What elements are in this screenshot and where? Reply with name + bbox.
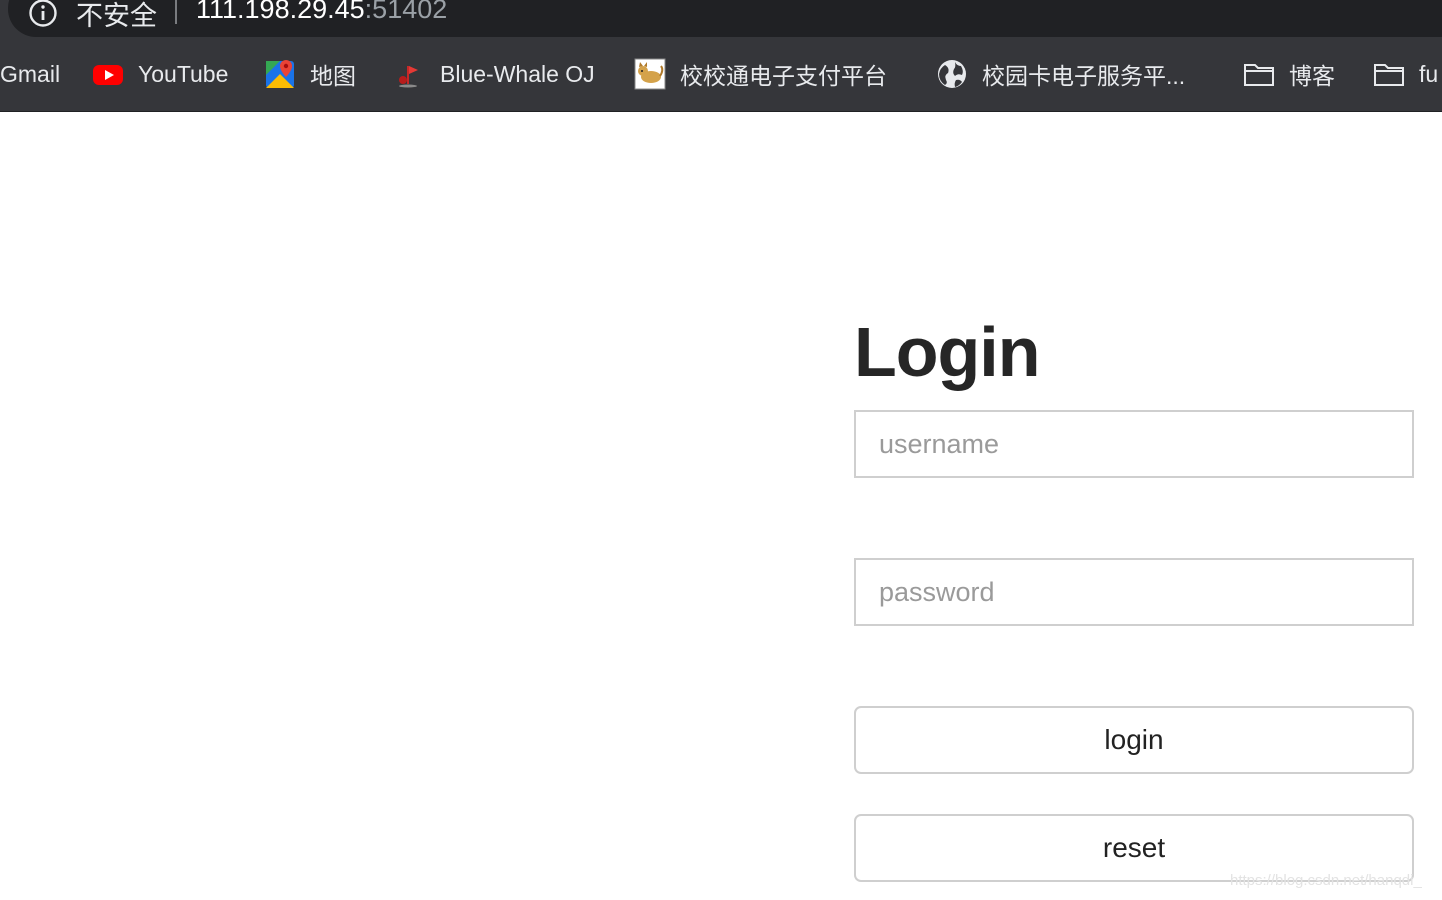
bookmark-label: 地图 bbox=[310, 63, 356, 89]
bookmark-gmail[interactable]: Gmail bbox=[0, 52, 60, 96]
username-input[interactable] bbox=[854, 410, 1414, 478]
bookmark-label: 校园卡电子服务平... bbox=[982, 63, 1186, 89]
bookmark-blue-whale-oj[interactable]: Blue-Whale OJ bbox=[394, 52, 595, 96]
info-icon[interactable] bbox=[28, 0, 58, 28]
folder-icon bbox=[1244, 64, 1274, 86]
page-title: Login bbox=[854, 313, 1040, 391]
password-input[interactable] bbox=[854, 558, 1414, 626]
bookmark-folder-blog[interactable]: 博客 bbox=[1243, 52, 1335, 96]
bookmark-maps[interactable]: 地图 bbox=[264, 52, 356, 96]
url-text[interactable]: 111.198.29.45:51402 bbox=[196, 0, 447, 25]
bookmark-label: fu bbox=[1419, 60, 1439, 87]
url-host: 111.198.29.45 bbox=[196, 0, 365, 24]
flag-icon bbox=[399, 66, 418, 88]
bookmark-payment-platform[interactable]: 校校通电子支付平台 bbox=[634, 52, 887, 96]
bookmark-youtube[interactable]: YouTube bbox=[92, 52, 228, 96]
youtube-icon bbox=[93, 65, 123, 85]
watermark: https://blog.csdn.net/hanqdi_ bbox=[1230, 872, 1422, 889]
login-button[interactable]: login bbox=[854, 706, 1414, 774]
google-maps-icon bbox=[266, 60, 294, 88]
url-port: :51402 bbox=[364, 0, 448, 24]
bookmark-campus-card[interactable]: 校园卡电子服务平... bbox=[936, 52, 1185, 96]
tomcat-icon bbox=[634, 58, 666, 90]
security-status-label[interactable]: 不安全 bbox=[76, 0, 157, 33]
folder-icon bbox=[1374, 64, 1404, 86]
bookmark-label: Gmail bbox=[0, 60, 61, 87]
bookmark-label: 博客 bbox=[1289, 63, 1335, 89]
address-bar-divider bbox=[175, 0, 177, 24]
bookmark-folder-fu[interactable]: fu bbox=[1373, 52, 1438, 96]
browser-chrome: 不安全 111.198.29.45:51402 Gmail YouTube 地图 bbox=[0, 0, 1442, 112]
bookmark-label: 校校通电子支付平台 bbox=[680, 63, 887, 89]
globe-icon bbox=[938, 60, 966, 88]
bookmarks-bar: Gmail YouTube 地图 Blue-Whale OJ 校校通电子支付平台… bbox=[0, 52, 1442, 96]
bookmark-label: YouTube bbox=[138, 60, 229, 87]
bookmark-label: Blue-Whale OJ bbox=[440, 60, 595, 87]
